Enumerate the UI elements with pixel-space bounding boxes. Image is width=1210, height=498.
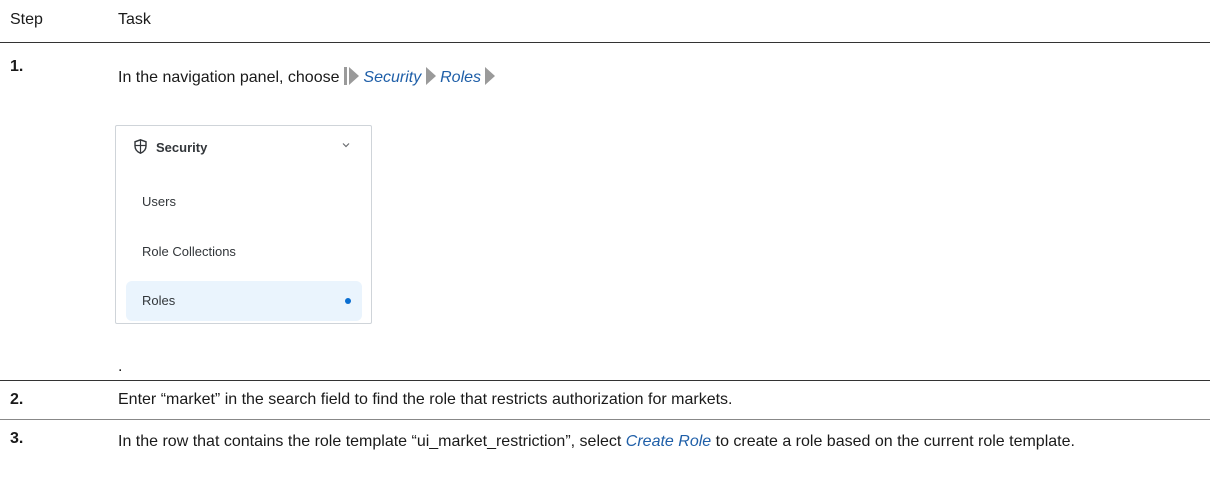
step-number: 2. bbox=[10, 391, 24, 408]
chevron-down-icon[interactable] bbox=[341, 140, 351, 150]
nav-item-role-collections[interactable]: Role Collections bbox=[126, 232, 362, 272]
table-row: 2. Enter “market” in the search field to… bbox=[0, 381, 1210, 419]
step-instruction: In the row that contains the role templa… bbox=[118, 430, 1198, 454]
security-group-header[interactable]: Security bbox=[116, 126, 371, 170]
menu-path-roles[interactable]: Roles bbox=[440, 69, 481, 86]
selected-indicator bbox=[345, 298, 351, 304]
step-column-header: Step bbox=[10, 11, 43, 28]
menu-path-start-icon bbox=[343, 67, 347, 85]
step-instruction: In the navigation panel, choose Security… bbox=[118, 67, 496, 87]
nav-item-label: Users bbox=[142, 194, 176, 209]
step-number: 3. bbox=[10, 430, 24, 447]
menu-path-arrow-icon bbox=[348, 67, 359, 85]
instruction-text: In the navigation panel, choose bbox=[118, 69, 340, 86]
nav-item-label: Role Collections bbox=[142, 244, 236, 259]
instruction-text: In the row that contains the role templa… bbox=[118, 433, 622, 450]
create-role-link[interactable]: Create Role bbox=[626, 433, 711, 450]
trailing-period: . bbox=[118, 358, 123, 375]
shield-icon bbox=[134, 139, 147, 154]
table-header: Step Task bbox=[0, 0, 1210, 43]
table-row: 3. In the row that contains the role tem… bbox=[0, 420, 1210, 498]
navigation-panel-screenshot: Security Users Role Collections Roles bbox=[115, 125, 372, 324]
menu-path-arrow-icon bbox=[425, 67, 436, 85]
nav-item-roles[interactable]: Roles bbox=[126, 281, 362, 321]
task-column-header: Task bbox=[118, 11, 151, 28]
step-number: 1. bbox=[10, 58, 24, 75]
step-instruction: Enter “market” in the search field to fi… bbox=[118, 391, 733, 408]
instruction-text: to create a role based on the current ro… bbox=[715, 433, 1075, 450]
nav-item-label: Roles bbox=[142, 293, 176, 308]
menu-path-end-icon bbox=[485, 67, 496, 85]
table-row: 1. In the navigation panel, choose Secur… bbox=[0, 43, 1210, 381]
nav-item-users[interactable]: Users bbox=[126, 182, 362, 222]
menu-path-security[interactable]: Security bbox=[363, 69, 421, 86]
security-group-title: Security bbox=[156, 140, 208, 155]
